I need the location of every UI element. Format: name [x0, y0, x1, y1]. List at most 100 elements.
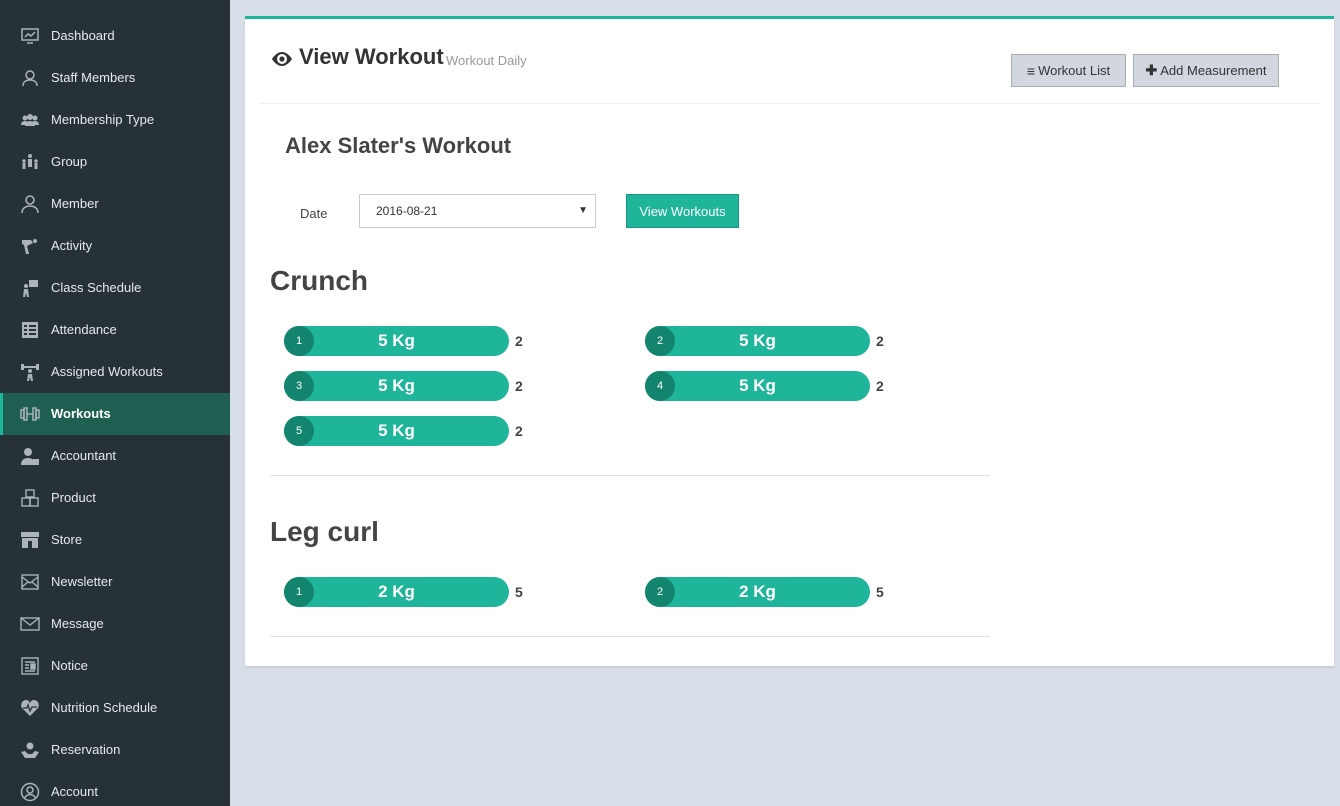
class-schedule-icon	[20, 278, 40, 298]
set-pill: 1 5 Kg	[284, 326, 509, 356]
workout-panel: View Workout Workout Daily ≡ Workout Lis…	[245, 16, 1334, 666]
account-icon	[20, 782, 40, 802]
sidebar-item-message[interactable]: Message	[0, 603, 230, 645]
sidebar-item-assigned-workouts[interactable]: Assigned Workouts	[0, 351, 230, 393]
sidebar-item-label: Reservation	[51, 742, 121, 757]
notice-icon	[20, 656, 40, 676]
staff-icon	[20, 68, 40, 88]
set-number: 1	[284, 326, 314, 356]
sidebar-item-product[interactable]: Product	[0, 477, 230, 519]
set-pill: 1 2 Kg	[284, 577, 509, 607]
sidebar-item-label: Nutrition Schedule	[51, 700, 158, 715]
dashboard-icon	[20, 26, 40, 46]
set-pill: 2 2 Kg	[645, 577, 870, 607]
exercise-title: Crunch	[270, 265, 368, 296]
newsletter-icon	[20, 572, 40, 592]
set-weight: 2 Kg	[739, 582, 776, 601]
sidebar-item-notice[interactable]: Notice	[0, 645, 230, 687]
workout-list-label: Workout List	[1038, 63, 1111, 78]
sidebar-item-label: Group	[51, 154, 88, 169]
sidebar-item-label: Message	[51, 616, 104, 631]
workout-set: 5 5 Kg 2	[284, 416, 534, 446]
message-icon	[20, 614, 40, 634]
set-pill: 2 5 Kg	[645, 326, 870, 356]
accountant-icon	[20, 446, 40, 466]
sidebar-item-accountant[interactable]: Accountant	[0, 435, 230, 477]
set-reps: 5	[876, 584, 884, 600]
add-measurement-label: Add Measurement	[1160, 63, 1267, 78]
workout-set: 2 5 Kg 2	[645, 326, 895, 356]
sidebar-item-label: Membership Type	[51, 112, 155, 127]
date-select-value: 2016-08-21	[376, 204, 438, 218]
sidebar-item-label: Account	[51, 784, 98, 799]
set-weight: 5 Kg	[739, 331, 776, 350]
sidebar-item-label: Dashboard	[51, 28, 115, 43]
sidebar-item-label: Staff Members	[51, 70, 136, 85]
sidebar-item-staff-members[interactable]: Staff Members	[0, 57, 230, 99]
workout-set: 4 5 Kg 2	[645, 371, 895, 401]
sidebar-item-label: Newsletter	[51, 574, 113, 589]
set-reps: 2	[515, 423, 523, 439]
sidebar-item-label: Member	[51, 196, 99, 211]
divider	[270, 475, 990, 476]
attendance-icon	[20, 320, 40, 340]
date-select[interactable]: 2016-08-21 ▼	[359, 194, 596, 228]
set-number: 4	[645, 371, 675, 401]
sidebar-item-label: Assigned Workouts	[51, 364, 163, 379]
sidebar-item-class-schedule[interactable]: Class Schedule	[0, 267, 230, 309]
caret-down-icon: ▼	[578, 205, 588, 216]
sidebar-item-label: Class Schedule	[51, 280, 142, 295]
set-weight: 5 Kg	[378, 331, 415, 350]
set-number: 2	[645, 326, 675, 356]
sidebar-item-label: Activity	[51, 238, 93, 253]
member-icon	[20, 194, 40, 214]
sidebar-item-store[interactable]: Store	[0, 519, 230, 561]
workout-set: 2 2 Kg 5	[645, 577, 895, 607]
sidebar-item-label: Store	[51, 532, 83, 547]
set-weight: 5 Kg	[378, 376, 415, 395]
workout-list-button[interactable]: ≡ Workout List	[1011, 54, 1126, 87]
exercise-title: Leg curl	[270, 516, 379, 547]
store-icon	[20, 530, 40, 550]
set-weight: 5 Kg	[378, 421, 415, 440]
sidebar-item-newsletter[interactable]: Newsletter	[0, 561, 230, 603]
set-pill: 4 5 Kg	[645, 371, 870, 401]
date-label: Date	[300, 206, 328, 221]
reservation-icon	[20, 740, 40, 760]
sidebar-item-label: Notice	[51, 658, 88, 673]
plus-icon: ✚	[1145, 62, 1158, 78]
sidebar-item-workouts[interactable]: Workouts	[0, 393, 230, 435]
set-number: 2	[645, 577, 675, 607]
sidebar-item-attendance[interactable]: Attendance	[0, 309, 230, 351]
sidebar-item-member[interactable]: Member	[0, 183, 230, 225]
set-weight: 5 Kg	[739, 376, 776, 395]
sidebar-item-nutrition-schedule[interactable]: Nutrition Schedule	[0, 687, 230, 729]
sidebar-item-reservation[interactable]: Reservation	[0, 729, 230, 771]
add-measurement-button[interactable]: ✚ Add Measurement	[1133, 54, 1279, 87]
membership-icon	[20, 110, 40, 130]
divider	[270, 636, 990, 637]
sidebar-item-label: Accountant	[51, 448, 117, 463]
nutrition-icon	[20, 698, 40, 718]
sidebar-item-group[interactable]: Group	[0, 141, 230, 183]
set-reps: 2	[515, 333, 523, 349]
sidebar-item-membership-type[interactable]: Membership Type	[0, 99, 230, 141]
sidebar-item-dashboard[interactable]: Dashboard	[0, 15, 230, 57]
list-icon: ≡	[1026, 62, 1036, 79]
sidebar-item-label: Workouts	[51, 406, 111, 421]
set-number: 3	[284, 371, 314, 401]
workout-set: 1 2 Kg 5	[284, 577, 534, 607]
assigned-workouts-icon	[20, 362, 40, 382]
workout-set: 1 5 Kg 2	[284, 326, 534, 356]
sidebar-item-activity[interactable]: Activity	[0, 225, 230, 267]
eye-icon	[270, 50, 294, 68]
sidebar-item-label: Product	[51, 490, 96, 505]
workout-owner-title: Alex Slater's Workout	[285, 133, 512, 158]
set-pill: 3 5 Kg	[284, 371, 509, 401]
set-reps: 2	[876, 378, 884, 394]
set-reps: 5	[515, 584, 523, 600]
sidebar-item-account[interactable]: Account	[0, 771, 230, 806]
activity-icon	[20, 236, 40, 256]
view-workouts-button[interactable]: View Workouts	[626, 194, 739, 228]
workout-set: 3 5 Kg 2	[284, 371, 534, 401]
